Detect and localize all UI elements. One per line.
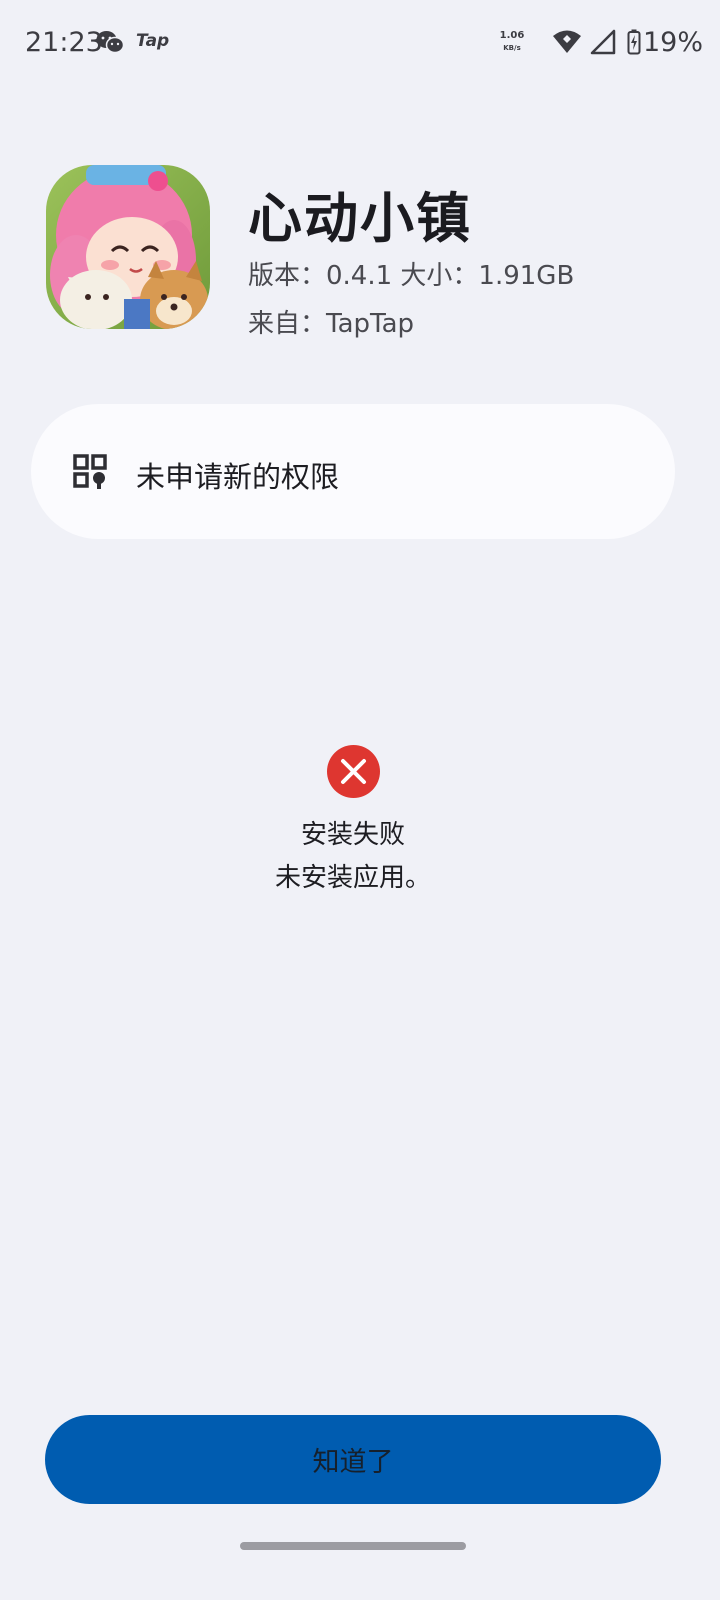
permission-card[interactable]: 未申请新的权限 [31, 404, 675, 539]
wechat-icon [96, 30, 125, 58]
ok-button[interactable]: 知道了 [45, 1415, 661, 1504]
app-version-size: 版本：0.4.1 大小：1.91GB [248, 261, 575, 291]
wifi-icon [552, 28, 582, 58]
network-speed-value: 1.06 [499, 30, 525, 41]
home-indicator[interactable] [240, 1542, 466, 1550]
battery-percent: 19% [643, 27, 704, 58]
app-source: 来自：TapTap [248, 309, 415, 339]
signal-icon [590, 29, 616, 59]
status-time: 21:23 [25, 27, 103, 58]
error-x-icon [327, 745, 380, 798]
status-bar: 21:23 Tap 1.06 KB/s 19% [0, 0, 720, 88]
install-failed-title: 安装失败 [300, 820, 405, 850]
tap-icon: Tap [136, 31, 170, 51]
app-icon [46, 165, 210, 329]
network-speed-unit: KB/s [503, 44, 521, 52]
install-failed-message: 未安装应用。 [274, 863, 431, 893]
permission-label: 未申请新的权限 [136, 460, 340, 494]
battery-icon [627, 29, 641, 59]
network-speed: 1.06 KB/s [499, 31, 525, 53]
app-name: 心动小镇 [248, 187, 472, 250]
permission-grid-icon [73, 454, 107, 494]
